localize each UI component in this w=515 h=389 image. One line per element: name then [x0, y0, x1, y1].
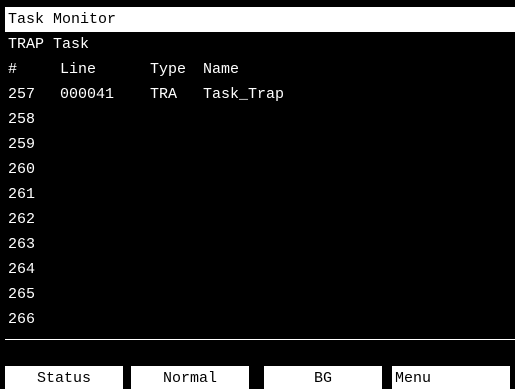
window-title: Task Monitor: [5, 7, 515, 32]
table-row[interactable]: 265: [8, 282, 508, 307]
table-row[interactable]: 263: [8, 232, 508, 257]
row-num: 264: [8, 261, 36, 278]
row-line: 000041: [60, 86, 115, 103]
normal-softkey[interactable]: Normal: [131, 366, 249, 389]
table-row[interactable]: 258: [8, 107, 508, 132]
table-row[interactable]: 262: [8, 207, 508, 232]
row-num: 257: [8, 86, 36, 103]
header-name: Name: [203, 61, 240, 78]
row-num: 260: [8, 161, 36, 178]
row-name: Task_Trap: [203, 86, 285, 103]
header-line: Line: [60, 61, 97, 78]
table-header: # Line Type Name: [8, 57, 508, 82]
row-num: 259: [8, 136, 36, 153]
table-row[interactable]: 264: [8, 257, 508, 282]
table-row[interactable]: 261: [8, 182, 508, 207]
row-num: 265: [8, 286, 36, 303]
table-row[interactable]: 266: [8, 307, 508, 332]
bg-softkey[interactable]: BG: [264, 366, 382, 389]
row-num: 261: [8, 186, 36, 203]
header-type: Type: [150, 61, 187, 78]
row-num: 262: [8, 211, 36, 228]
header-num: #: [8, 61, 18, 78]
table-row[interactable]: 260: [8, 157, 508, 182]
status-softkey[interactable]: Status: [5, 366, 123, 389]
task-monitor-screen: Task Monitor TRAP Task # Line Type Name …: [0, 0, 515, 389]
table-row[interactable]: 257 000041 TRA Task_Trap: [8, 82, 508, 107]
row-type: TRA: [150, 86, 178, 103]
row-num: 258: [8, 111, 36, 128]
row-num: 266: [8, 311, 36, 328]
table-row[interactable]: 259: [8, 132, 508, 157]
menu-softkey[interactable]: Menu: [392, 366, 510, 389]
task-monitor-panel: TRAP Task # Line Type Name 257 000041 TR…: [5, 32, 515, 340]
row-num: 263: [8, 236, 36, 253]
task-heading: TRAP Task: [8, 36, 90, 53]
